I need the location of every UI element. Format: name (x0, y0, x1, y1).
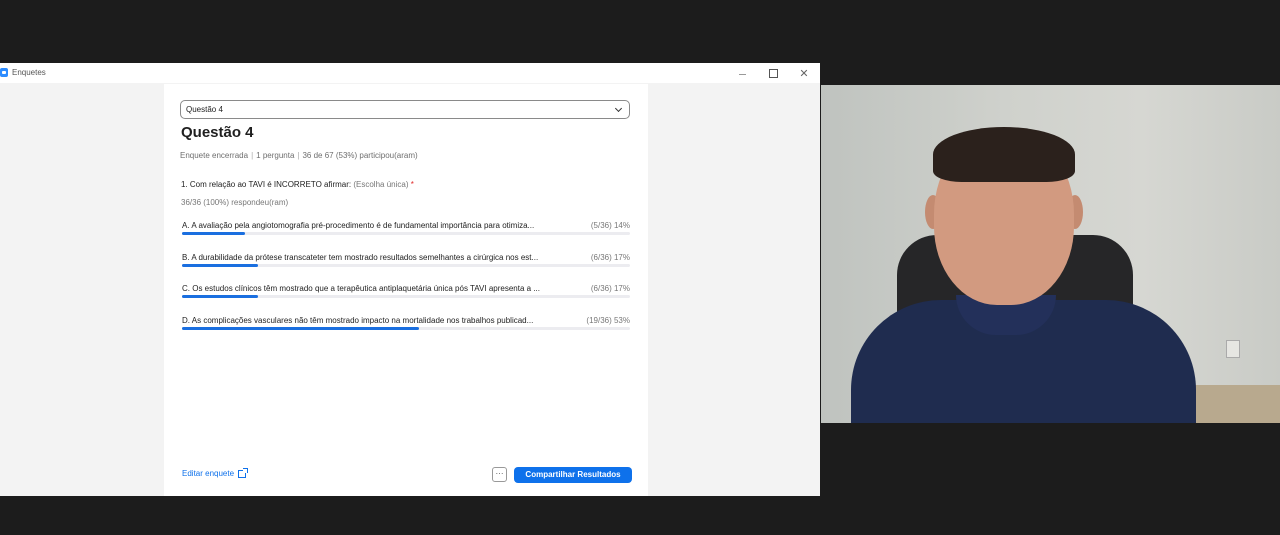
share-results-button[interactable]: Compartilhar Resultados (514, 467, 632, 483)
question-dropdown[interactable]: Questão 4 (180, 100, 630, 119)
poll-option-label: A. A avaliação pela angiotomografia pré-… (182, 221, 535, 230)
poll-option-bar-fill (182, 295, 258, 298)
poll-option: A. A avaliação pela angiotomografia pré-… (182, 221, 630, 241)
poll-option: C. Os estudos clínicos têm mostrado que … (182, 284, 630, 304)
poll-option-bar-fill (182, 326, 419, 330)
chevron-down-icon (614, 104, 623, 113)
poll-option: D. As complicações vasculares não têm mo… (182, 316, 630, 336)
window-titlebar: Enquetes ✕ (0, 63, 820, 83)
poll-window: Enquetes ✕ Questão 4 Questão 4 Enquete e… (0, 63, 820, 496)
answered-count: 36/36 (100%) respondeu(ram) (181, 198, 289, 207)
poll-title: Questão 4 (181, 124, 254, 141)
edit-poll-link[interactable]: Editar enquete (182, 467, 249, 478)
video-person-hair (933, 127, 1075, 182)
poll-option-bar-fill (182, 232, 245, 235)
minimize-button[interactable] (732, 65, 752, 81)
poll-meta: Enquete encerrada | 1 pergunta | 36 de 67 (5… (180, 151, 418, 160)
maximize-icon (768, 68, 778, 78)
question-label: 1. Com relação ao TAVI é INCORRETO afirm… (181, 180, 352, 189)
poll-option-label: D. As complicações vasculares não têm mo… (182, 315, 534, 325)
edit-poll-label: Editar enquete (182, 469, 235, 478)
poll-option-count: (6/36) 17% (590, 252, 630, 262)
participant-video (821, 85, 1280, 423)
more-options-button[interactable]: ··· (492, 467, 507, 482)
poll-status: Enquete encerrada (180, 151, 249, 160)
maximize-button[interactable] (763, 65, 783, 81)
external-link-icon (238, 467, 249, 478)
poll-option-bar-track (182, 326, 630, 330)
poll-option-bar-track (182, 263, 630, 267)
poll-option-label: C. Os estudos clínicos têm mostrado que … (182, 284, 540, 293)
poll-option-count: (5/36) 14% (590, 221, 630, 230)
poll-option: B. A durabilidade da prótese transcatete… (182, 253, 630, 273)
poll-option-label: B. A durabilidade da prótese transcatete… (182, 252, 539, 262)
poll-option-bar-fill (182, 263, 258, 267)
question-dropdown-value: Questão 4 (186, 105, 223, 114)
poll-option-count: (6/36) 17% (590, 284, 630, 293)
zoom-app-icon (0, 68, 8, 77)
poll-participation: 36 de 67 (53%) participou(aram) (302, 151, 418, 160)
poll-option-bar-track (182, 295, 630, 298)
poll-option-count: (19/36) 53% (586, 315, 630, 325)
wall-switch (1226, 340, 1240, 358)
poll-option-bar-track (182, 232, 630, 235)
question-text: 1. Com relação ao TAVI é INCORRETO afirm… (181, 180, 414, 189)
close-button[interactable]: ✕ (794, 65, 814, 81)
question-type: (Escolha única) (353, 180, 409, 189)
required-mark: * (410, 180, 414, 189)
poll-question-count: 1 pergunta (256, 151, 295, 160)
window-title: Enquetes (12, 68, 46, 77)
poll-results-panel: Questão 4 Questão 4 Enquete encerrada | 1 … (164, 84, 648, 496)
minimize-icon (738, 73, 746, 75)
